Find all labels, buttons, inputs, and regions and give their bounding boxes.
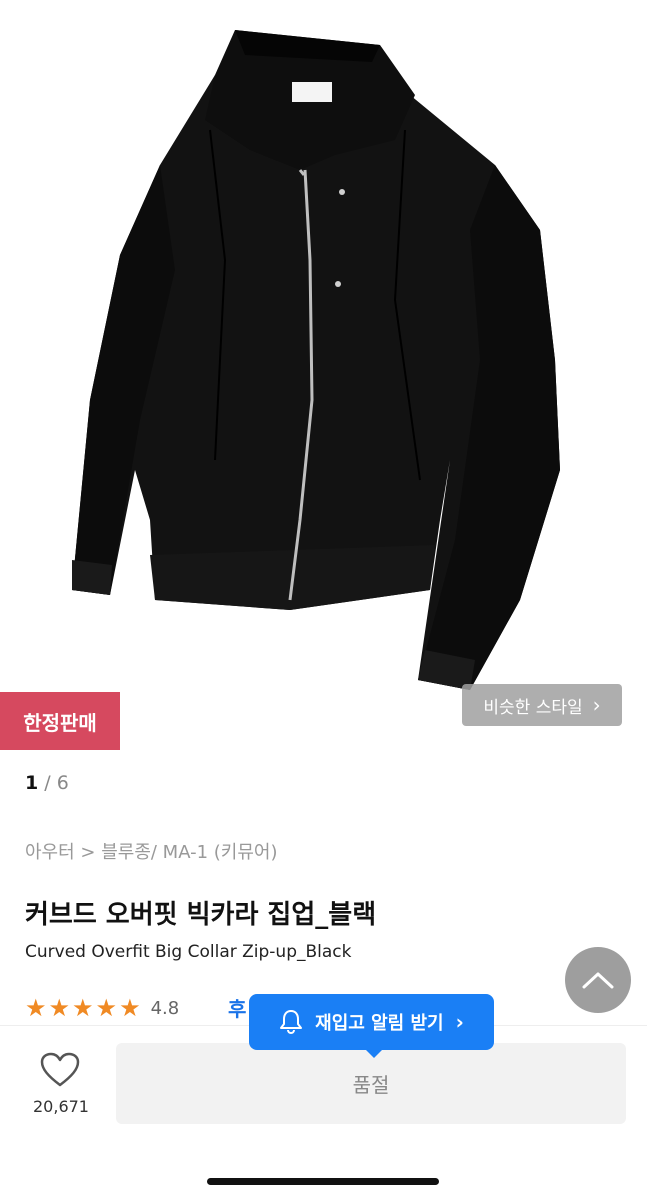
current-page: 1 (25, 772, 39, 794)
total-pages: 6 (56, 772, 69, 794)
rating-value: 4.8 (150, 997, 180, 1019)
similar-style-label: 비슷한 스타일 (483, 697, 583, 718)
chevron-up-icon (582, 972, 614, 989)
product-image[interactable] (0, 0, 647, 760)
star-icon: ★ (25, 994, 47, 1022)
product-subtitle-english: Curved Overfit Big Collar Zip-up_Black (25, 942, 352, 962)
similar-style-button[interactable]: 비슷한 스타일 › (462, 684, 622, 726)
like-button[interactable] (28, 1052, 92, 1092)
chevron-right-icon: › (592, 693, 601, 717)
review-link[interactable]: 후 (228, 993, 246, 1022)
star-icon: ★ (72, 994, 94, 1022)
heart-icon (40, 1052, 80, 1087)
scroll-to-top-button[interactable] (565, 947, 631, 1013)
rating-row[interactable]: ★ ★ ★ ★ ★ 4.8 (25, 993, 179, 1023)
star-icon: ★ (95, 994, 118, 1022)
restock-alert-button[interactable]: 재입고 알림 받기 › (249, 994, 494, 1058)
chevron-right-icon: › (455, 1010, 464, 1034)
restock-alert-label: 재입고 알림 받기 (315, 1013, 444, 1034)
tooltip-arrow (365, 1049, 383, 1058)
page-separator: / (38, 772, 57, 794)
image-page-indicator: 1 / 6 (25, 772, 69, 794)
bell-icon (280, 1010, 303, 1035)
limited-sale-badge: 한정판매 (0, 692, 120, 750)
star-icon: ★ (48, 994, 71, 1022)
like-count: 20,671 (33, 1097, 89, 1116)
star-icon: ★ (119, 994, 141, 1022)
product-title: 커브드 오버핏 빅카라 집업_블랙 (25, 900, 377, 930)
category-breadcrumb[interactable]: 아우터 > 블루종/ MA-1 (키뮤어) (25, 838, 278, 864)
jacket-image (72, 30, 560, 690)
home-indicator[interactable] (207, 1178, 439, 1185)
